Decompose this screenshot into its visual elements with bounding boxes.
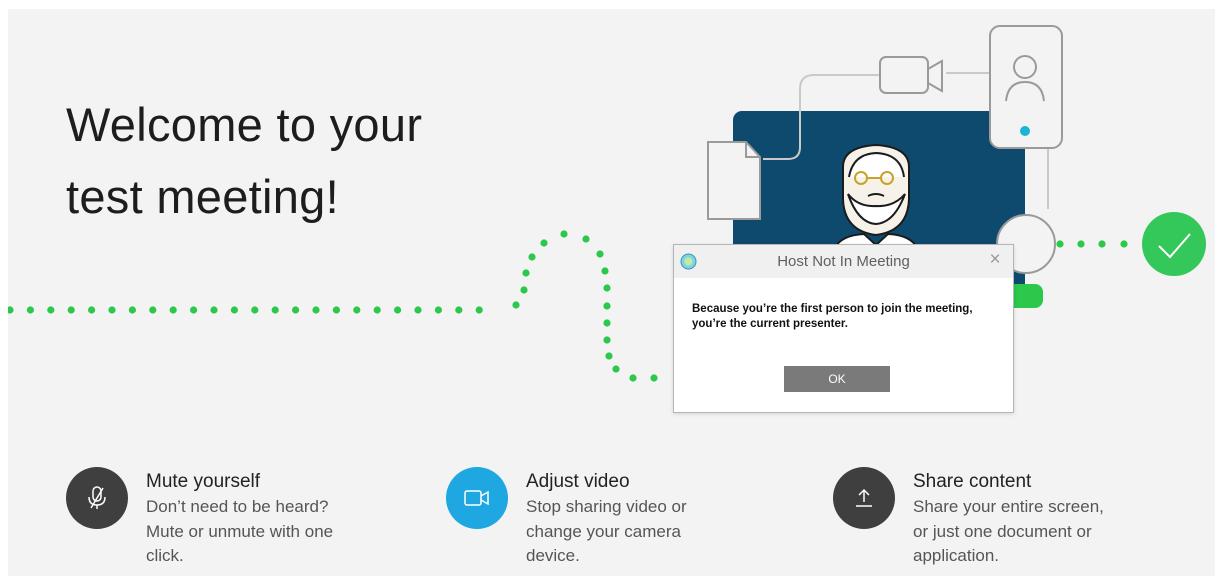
path-dot: [1077, 240, 1085, 248]
host-not-in-meeting-dialog: Host Not In Meeting × Because you’re the…: [673, 244, 1014, 413]
path-dot: [394, 306, 402, 314]
path-dot: [596, 250, 604, 258]
path-dot: [605, 352, 613, 360]
tip-title: Share content: [913, 471, 1032, 492]
path-dot: [1120, 240, 1128, 248]
path-dot: [603, 319, 611, 327]
path-dot: [629, 374, 637, 382]
path-dot: [455, 306, 463, 314]
phone-contact-icon: [989, 25, 1063, 149]
tip-title: Mute yourself: [146, 471, 261, 492]
mute-button[interactable]: [66, 467, 128, 529]
tip-line: Mute or unmute with one: [146, 521, 334, 541]
share-button[interactable]: [833, 467, 895, 529]
path-dot: [47, 306, 55, 314]
tip-line: change your camera: [526, 521, 681, 541]
page-title: Welcome to your test meeting!: [66, 89, 526, 233]
document-icon: [707, 141, 761, 220]
path-dot: [560, 230, 568, 238]
path-dot: [108, 306, 116, 314]
path-dot: [1098, 240, 1106, 248]
tip-description: Stop sharing video or change your camera…: [526, 495, 756, 569]
path-dot: [540, 239, 548, 247]
tip-line: Share your entire screen,: [913, 497, 1104, 516]
path-dot: [603, 336, 611, 344]
path-dot: [1056, 240, 1064, 248]
path-dot: [522, 269, 530, 277]
path-dot: [603, 284, 611, 292]
welcome-line-2: test meeting!: [66, 170, 339, 223]
path-dot: [650, 374, 658, 382]
dialog-message-line: Because you’re the first person to join …: [692, 303, 973, 315]
path-dot: [414, 306, 422, 314]
test-meeting-welcome-screen: Welcome to your test meeting! Mute yours…: [8, 9, 1215, 576]
dialog-title: Host Not In Meeting: [777, 253, 910, 270]
path-dot: [475, 306, 483, 314]
tip-title: Adjust video: [526, 471, 630, 492]
tip-line: device.: [526, 546, 580, 565]
path-dot: [8, 306, 14, 314]
path-dot: [210, 306, 218, 314]
tip-line: or just one document or: [913, 521, 1092, 541]
path-dot: [612, 365, 620, 373]
path-dot: [251, 306, 259, 314]
path-dot: [88, 306, 96, 314]
success-checkmark-icon: [1142, 212, 1206, 276]
path-dot: [292, 306, 300, 314]
dialog-message-line: you’re the current presenter.: [692, 318, 848, 330]
path-dot: [26, 306, 34, 314]
ok-button[interactable]: OK: [784, 366, 890, 392]
video-button[interactable]: [446, 467, 508, 529]
path-dot: [353, 306, 361, 314]
path-dot: [434, 306, 442, 314]
path-dot: [128, 306, 136, 314]
video-camera-icon: [464, 490, 489, 506]
close-icon[interactable]: ×: [985, 250, 1005, 270]
camera-device-icon: [879, 56, 943, 94]
dialog-message: Because you’re the first person to join …: [692, 302, 1010, 332]
share-upload-icon: [856, 488, 872, 507]
tip-line: application.: [913, 546, 1000, 565]
path-dot: [603, 302, 611, 310]
welcome-line-1: Welcome to your: [66, 98, 423, 151]
path-dot: [601, 267, 609, 275]
path-dot: [332, 306, 340, 314]
path-dot: [271, 306, 279, 314]
tip-line: Stop sharing video or: [526, 497, 687, 516]
path-dot: [312, 306, 320, 314]
tip-description: Share your entire screen, or just one do…: [913, 495, 1143, 569]
path-dot: [149, 306, 157, 314]
path-dot: [230, 306, 238, 314]
path-dot: [512, 301, 520, 309]
tip-description: Don’t need to be heard? Mute or unmute w…: [146, 495, 376, 569]
path-dot: [67, 306, 75, 314]
path-dot: [582, 235, 590, 243]
path-dot: [169, 306, 177, 314]
path-dot: [520, 286, 528, 294]
path-dot: [528, 253, 536, 261]
path-dot: [190, 306, 198, 314]
microphone-muted-icon: [88, 486, 106, 509]
tip-line: click.: [146, 546, 184, 565]
tip-line: Don’t need to be heard?: [146, 497, 329, 516]
dialog-titlebar[interactable]: Host Not In Meeting ×: [674, 245, 1013, 278]
path-dot: [373, 306, 381, 314]
